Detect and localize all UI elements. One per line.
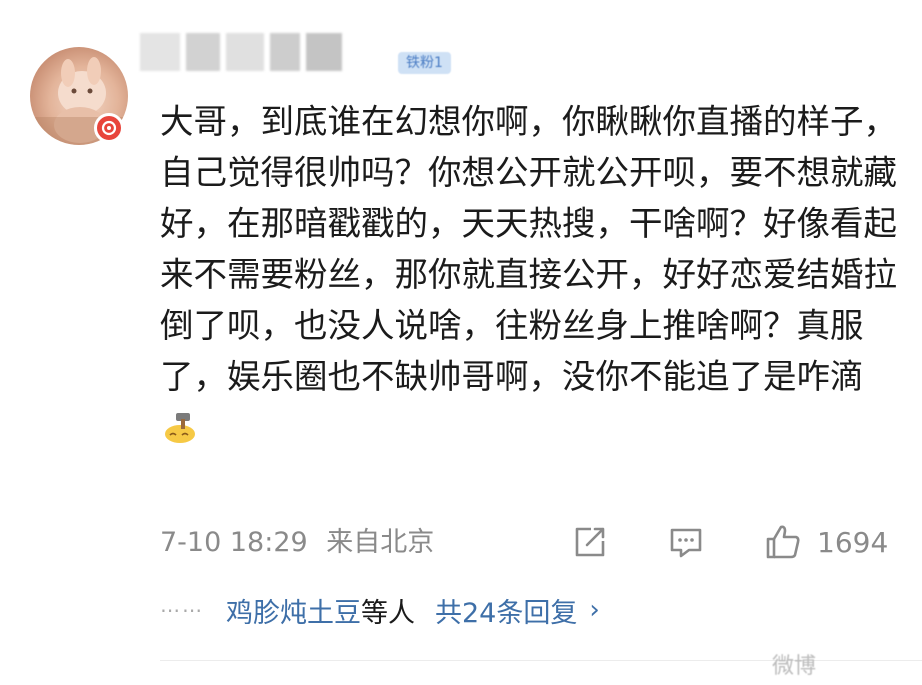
- reply-author-link[interactable]: 鸡胗炖土豆: [226, 591, 361, 630]
- username-redacted[interactable]: [140, 33, 362, 71]
- redaction-block: [226, 33, 264, 71]
- fan-level-badge: 铁粉1: [398, 52, 451, 74]
- location: 来自北京: [326, 527, 435, 558]
- redaction-block: [270, 33, 300, 71]
- share-button[interactable]: [571, 520, 609, 564]
- comment-meta: 7-10 18:29 来自北京: [160, 523, 434, 563]
- vip-badge-icon: [94, 113, 124, 143]
- redaction-block: [306, 33, 342, 71]
- redaction-block: [186, 33, 220, 71]
- replies-link[interactable]: ⋯⋯ 鸡胗炖土豆 等人 共24条回复 ›: [160, 590, 600, 630]
- redaction-block: [140, 33, 180, 71]
- timestamp: 7-10 18:29: [160, 527, 308, 558]
- share-icon: [575, 527, 605, 557]
- chevron-right-icon: ›: [589, 595, 600, 625]
- watermark: 微博: [772, 654, 817, 679]
- comment-text: 大哥，到底谁在幻想你啊，你瞅瞅你直播的样子，自己觉得很帅吗？你想公开就公开呗，要…: [160, 102, 897, 396]
- comment-button[interactable]: [667, 520, 705, 564]
- reply-count-link[interactable]: 共24条回复: [435, 591, 577, 630]
- reply-etc-label: 等人: [361, 597, 415, 629]
- comment-body: 大哥，到底谁在幻想你啊，你瞅瞅你直播的样子，自己觉得很帅吗？你想公开就公开呗，要…: [160, 96, 900, 453]
- comment-icon: [670, 528, 702, 558]
- like-icon: [766, 525, 800, 559]
- replies-dots: ⋯⋯: [160, 598, 204, 622]
- hammer-face-emoji-icon: [160, 407, 198, 445]
- like-count: 1694: [817, 525, 889, 559]
- like-button[interactable]: 1694: [763, 520, 888, 564]
